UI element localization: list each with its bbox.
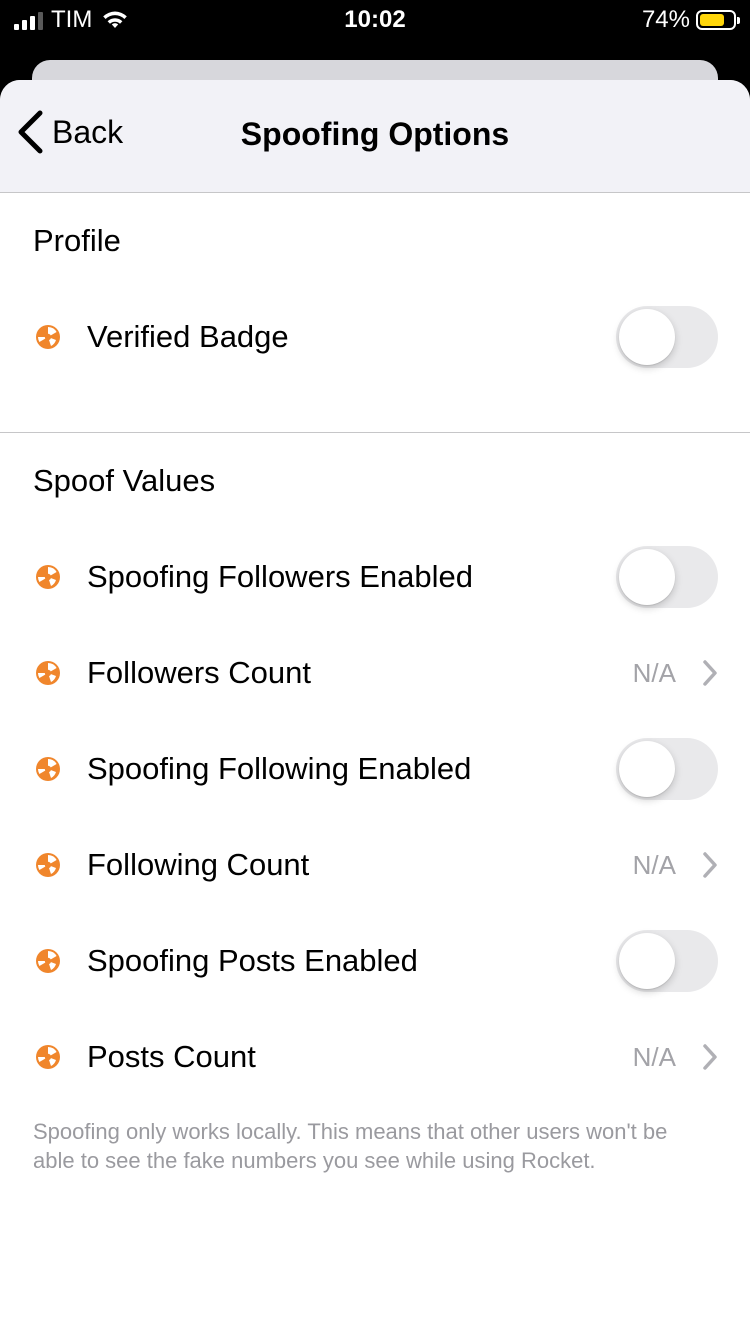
row-spoofing-followers-enabled: Spoofing Followers Enabled [0,529,750,625]
row-verified-badge: Verified Badge [0,289,750,385]
row-following-count[interactable]: Following Count N/A [0,817,750,913]
row-posts-count[interactable]: Posts Count N/A [0,1009,750,1105]
section-header-profile: Profile [33,223,121,258]
rocket-logo-icon [36,661,60,685]
row-followers-count[interactable]: Followers Count N/A [0,625,750,721]
following-count-value: N/A [632,849,676,880]
rocket-logo-icon [36,853,60,877]
row-spoofing-following-enabled: Spoofing Following Enabled [0,721,750,817]
rocket-logo-icon [36,325,60,349]
rocket-logo-icon [36,949,60,973]
toggle-knob [619,741,675,797]
chevron-right-icon [703,660,717,686]
battery-icon [696,10,740,30]
spoofing-posts-toggle[interactable] [616,930,718,992]
rocket-logo-icon [36,565,60,589]
footer-note: Spoofing only works locally. This means … [33,1119,668,1173]
status-bar: TIM 10:02 74% [0,0,750,40]
toggle-knob [619,933,675,989]
section-header-spoof-values: Spoof Values [33,463,216,498]
clock: 10:02 [344,6,406,33]
battery-percentage: 74% [641,6,690,33]
verified-badge-toggle[interactable] [616,306,718,368]
row-label: Spoofing Followers Enabled [87,559,474,594]
posts-count-value: N/A [632,1041,676,1072]
spoofing-following-toggle[interactable] [616,738,718,800]
rocket-logo-icon [36,757,60,781]
row-label: Followers Count [87,655,311,690]
row-label: Verified Badge [87,319,289,354]
row-label: Following Count [87,847,310,882]
battery-level-fill [700,14,724,26]
chevron-right-icon [703,1044,717,1070]
rocket-logo-icon [36,1045,60,1069]
navigation-bar: Back Spoofing Options [0,80,750,193]
followers-count-value: N/A [632,657,676,688]
chevron-right-icon [703,852,717,878]
row-label: Spoofing Posts Enabled [87,943,418,978]
toggle-knob [619,549,675,605]
row-label: Spoofing Following Enabled [87,751,472,786]
modal-sheet: Back Spoofing Options Profile Verified B… [0,80,750,1334]
row-spoofing-posts-enabled: Spoofing Posts Enabled [0,913,750,1009]
spoofing-followers-toggle[interactable] [616,546,718,608]
toggle-knob [619,309,675,365]
row-label: Posts Count [87,1039,256,1074]
page-title: Spoofing Options [240,116,510,152]
